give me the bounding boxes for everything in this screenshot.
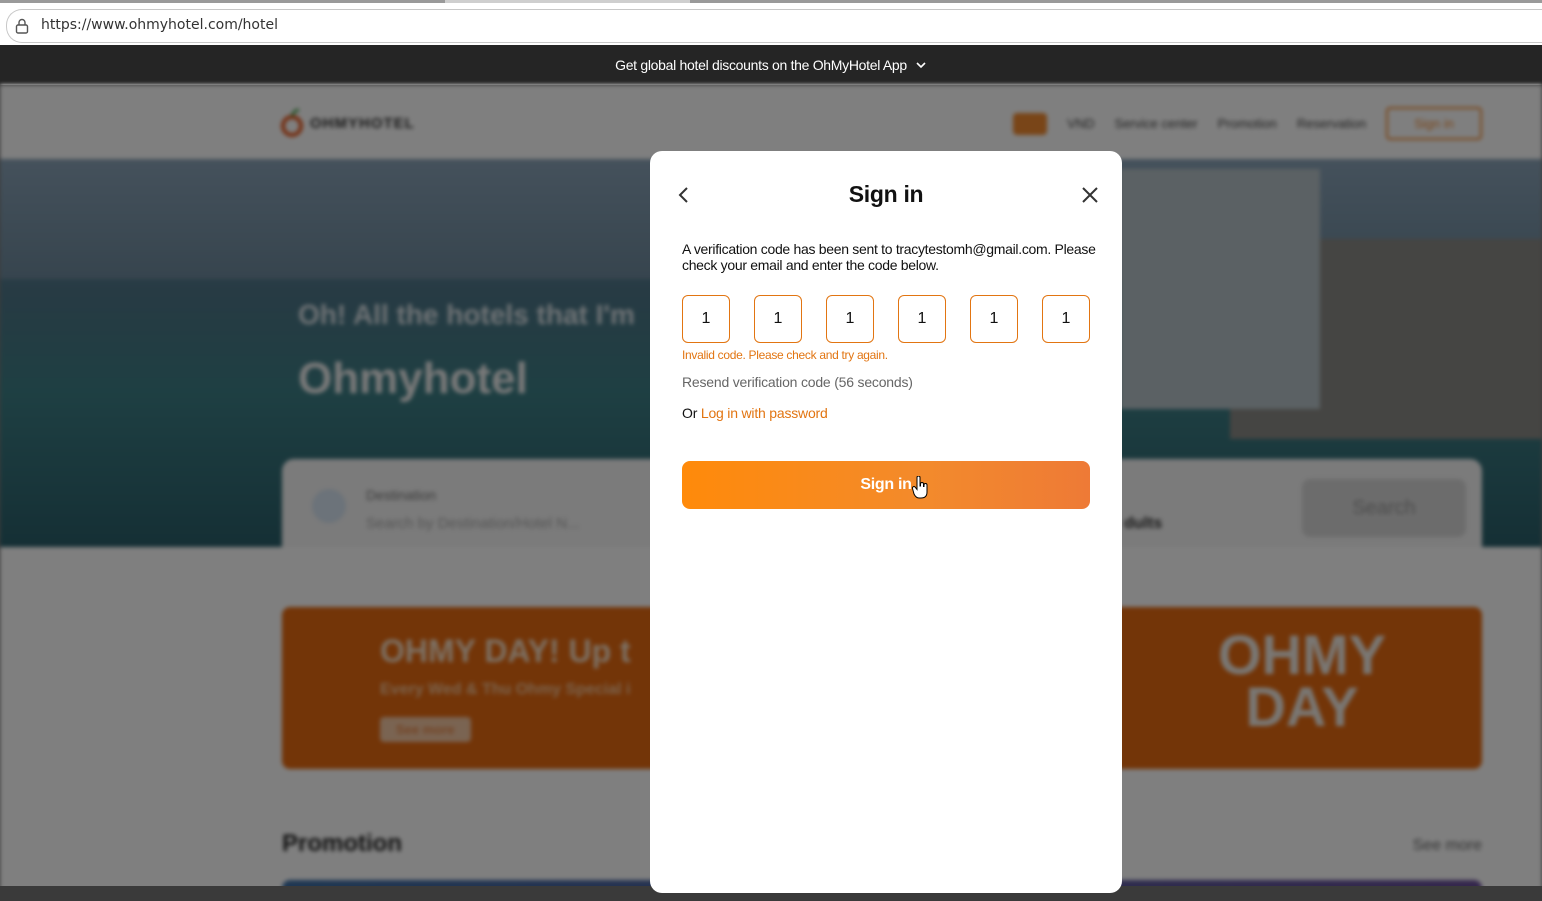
chevron-down-icon[interactable] bbox=[915, 59, 927, 71]
resend-code-link[interactable]: Resend verification code (56 seconds) bbox=[682, 374, 913, 390]
sign-in-submit-button[interactable]: Sign in bbox=[682, 461, 1090, 509]
verification-message: A verification code has been sent to tra… bbox=[682, 241, 1096, 273]
verification-code-inputs: 1 1 1 1 1 1 bbox=[682, 295, 1092, 343]
close-icon[interactable] bbox=[1078, 183, 1102, 207]
code-digit-6[interactable]: 1 bbox=[1042, 295, 1090, 343]
tab-indicator bbox=[690, 0, 1542, 3]
lock-icon[interactable] bbox=[15, 18, 29, 34]
app-download-banner[interactable]: Get global hotel discounts on the OhMyHo… bbox=[0, 45, 1542, 85]
code-digit-1[interactable]: 1 bbox=[682, 295, 730, 343]
url-field[interactable]: https://www.ohmyhotel.com/hotel bbox=[6, 9, 1542, 43]
app-banner-text[interactable]: Get global hotel discounts on the OhMyHo… bbox=[615, 57, 907, 73]
browser-address-bar: https://www.ohmyhotel.com/hotel bbox=[0, 0, 1542, 46]
sign-in-modal: Sign in A verification code has been sen… bbox=[650, 151, 1122, 893]
alt-login-prefix: Or bbox=[682, 405, 698, 421]
hand-cursor-icon bbox=[912, 476, 928, 499]
tab-indicator bbox=[0, 0, 445, 3]
code-digit-3[interactable]: 1 bbox=[826, 295, 874, 343]
url-text[interactable]: https://www.ohmyhotel.com/hotel bbox=[41, 17, 278, 33]
modal-title: Sign in bbox=[848, 181, 924, 207]
error-message: Invalid code. Please check and try again… bbox=[682, 348, 888, 362]
alternate-login: Or Log in with password bbox=[682, 405, 828, 421]
code-digit-4[interactable]: 1 bbox=[898, 295, 946, 343]
browser-tab-strip bbox=[0, 0, 1542, 3]
code-digit-5[interactable]: 1 bbox=[970, 295, 1018, 343]
code-digit-2[interactable]: 1 bbox=[754, 295, 802, 343]
log-in-with-password-link[interactable]: Log in with password bbox=[701, 405, 828, 421]
